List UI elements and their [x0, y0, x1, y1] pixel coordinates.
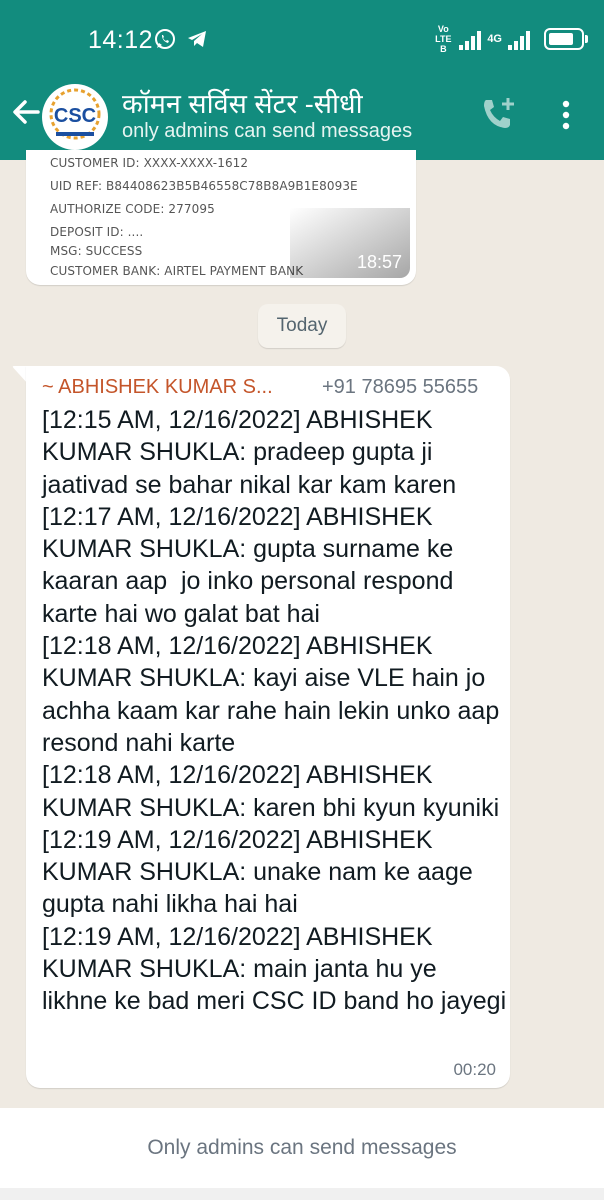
back-button[interactable] — [8, 92, 44, 132]
more-options-button[interactable] — [556, 96, 576, 136]
text-message[interactable]: ~ ABHISHEK KUMAR S... +91 78695 55655 [1… — [26, 366, 510, 1088]
message-time: 18:57 — [356, 252, 402, 272]
battery-level — [549, 33, 573, 45]
app-bar: CSC कॉमन सर्विस सेंटर -सीधी only admins … — [0, 80, 604, 160]
whatsapp-icon — [154, 28, 176, 50]
signal-icon-2 — [508, 28, 530, 50]
csc-logo-icon: CSC — [43, 85, 107, 149]
receipt-line: MSG: SUCCESS — [50, 244, 143, 258]
add-call-button[interactable] — [478, 94, 518, 134]
chat-title[interactable]: कॉमन सर्विस सेंटर -सीधी — [122, 84, 363, 121]
telegram-icon — [186, 28, 208, 50]
battery-icon — [544, 28, 588, 50]
receipt-line: CUSTOMER ID: XXXX-XXXX-1612 — [50, 156, 249, 170]
message-time: 00:20 — [453, 1060, 496, 1079]
navigation-bar — [0, 1188, 604, 1200]
receipt-line: AUTHORIZE CODE: 277095 — [50, 202, 215, 216]
more-options-icon — [562, 100, 570, 130]
sender-phone[interactable]: +91 78695 55655 — [322, 376, 478, 399]
back-arrow-icon — [13, 100, 40, 124]
image-message[interactable]: CUSTOMER ID: XXXX-XXXX-1612 UID REF: B84… — [26, 150, 416, 285]
admin-only-notice: Only admins can send messages — [0, 1108, 604, 1188]
date-chip: Today — [258, 304, 346, 348]
chat-header: 14:12 Vo LTE B 4G CSC कॉमन सर्विस सेंटर … — [0, 0, 604, 160]
signal-icon — [459, 28, 482, 50]
volte-badge: Vo LTE B — [435, 24, 452, 54]
group-avatar[interactable]: CSC — [42, 84, 108, 150]
add-call-icon — [484, 98, 514, 128]
receipt-line: DEPOSIT ID: .... — [50, 225, 144, 239]
receipt-line: CUSTOMER BANK: AIRTEL PAYMENT BANK — [50, 264, 304, 278]
status-time: 14:12 — [88, 26, 154, 54]
network-type: 4G — [487, 33, 502, 45]
status-indicators: Vo LTE B 4G — [433, 24, 588, 54]
status-bar: 14:12 Vo LTE B 4G — [0, 0, 604, 80]
svg-text:CSC: CSC — [54, 105, 96, 127]
receipt-line: UID REF: B84408623B5B46558C78B8A9B1E8093… — [50, 179, 358, 193]
receipt-image: CUSTOMER ID: XXXX-XXXX-1612 UID REF: B84… — [32, 150, 410, 278]
message-text: [12:15 AM, 12/16/2022] ABHISHEK KUMAR SH… — [42, 406, 507, 1016]
sender-name[interactable]: ~ ABHISHEK KUMAR S... — [42, 376, 273, 399]
chat-subtitle: only admins can send messages — [122, 120, 413, 142]
